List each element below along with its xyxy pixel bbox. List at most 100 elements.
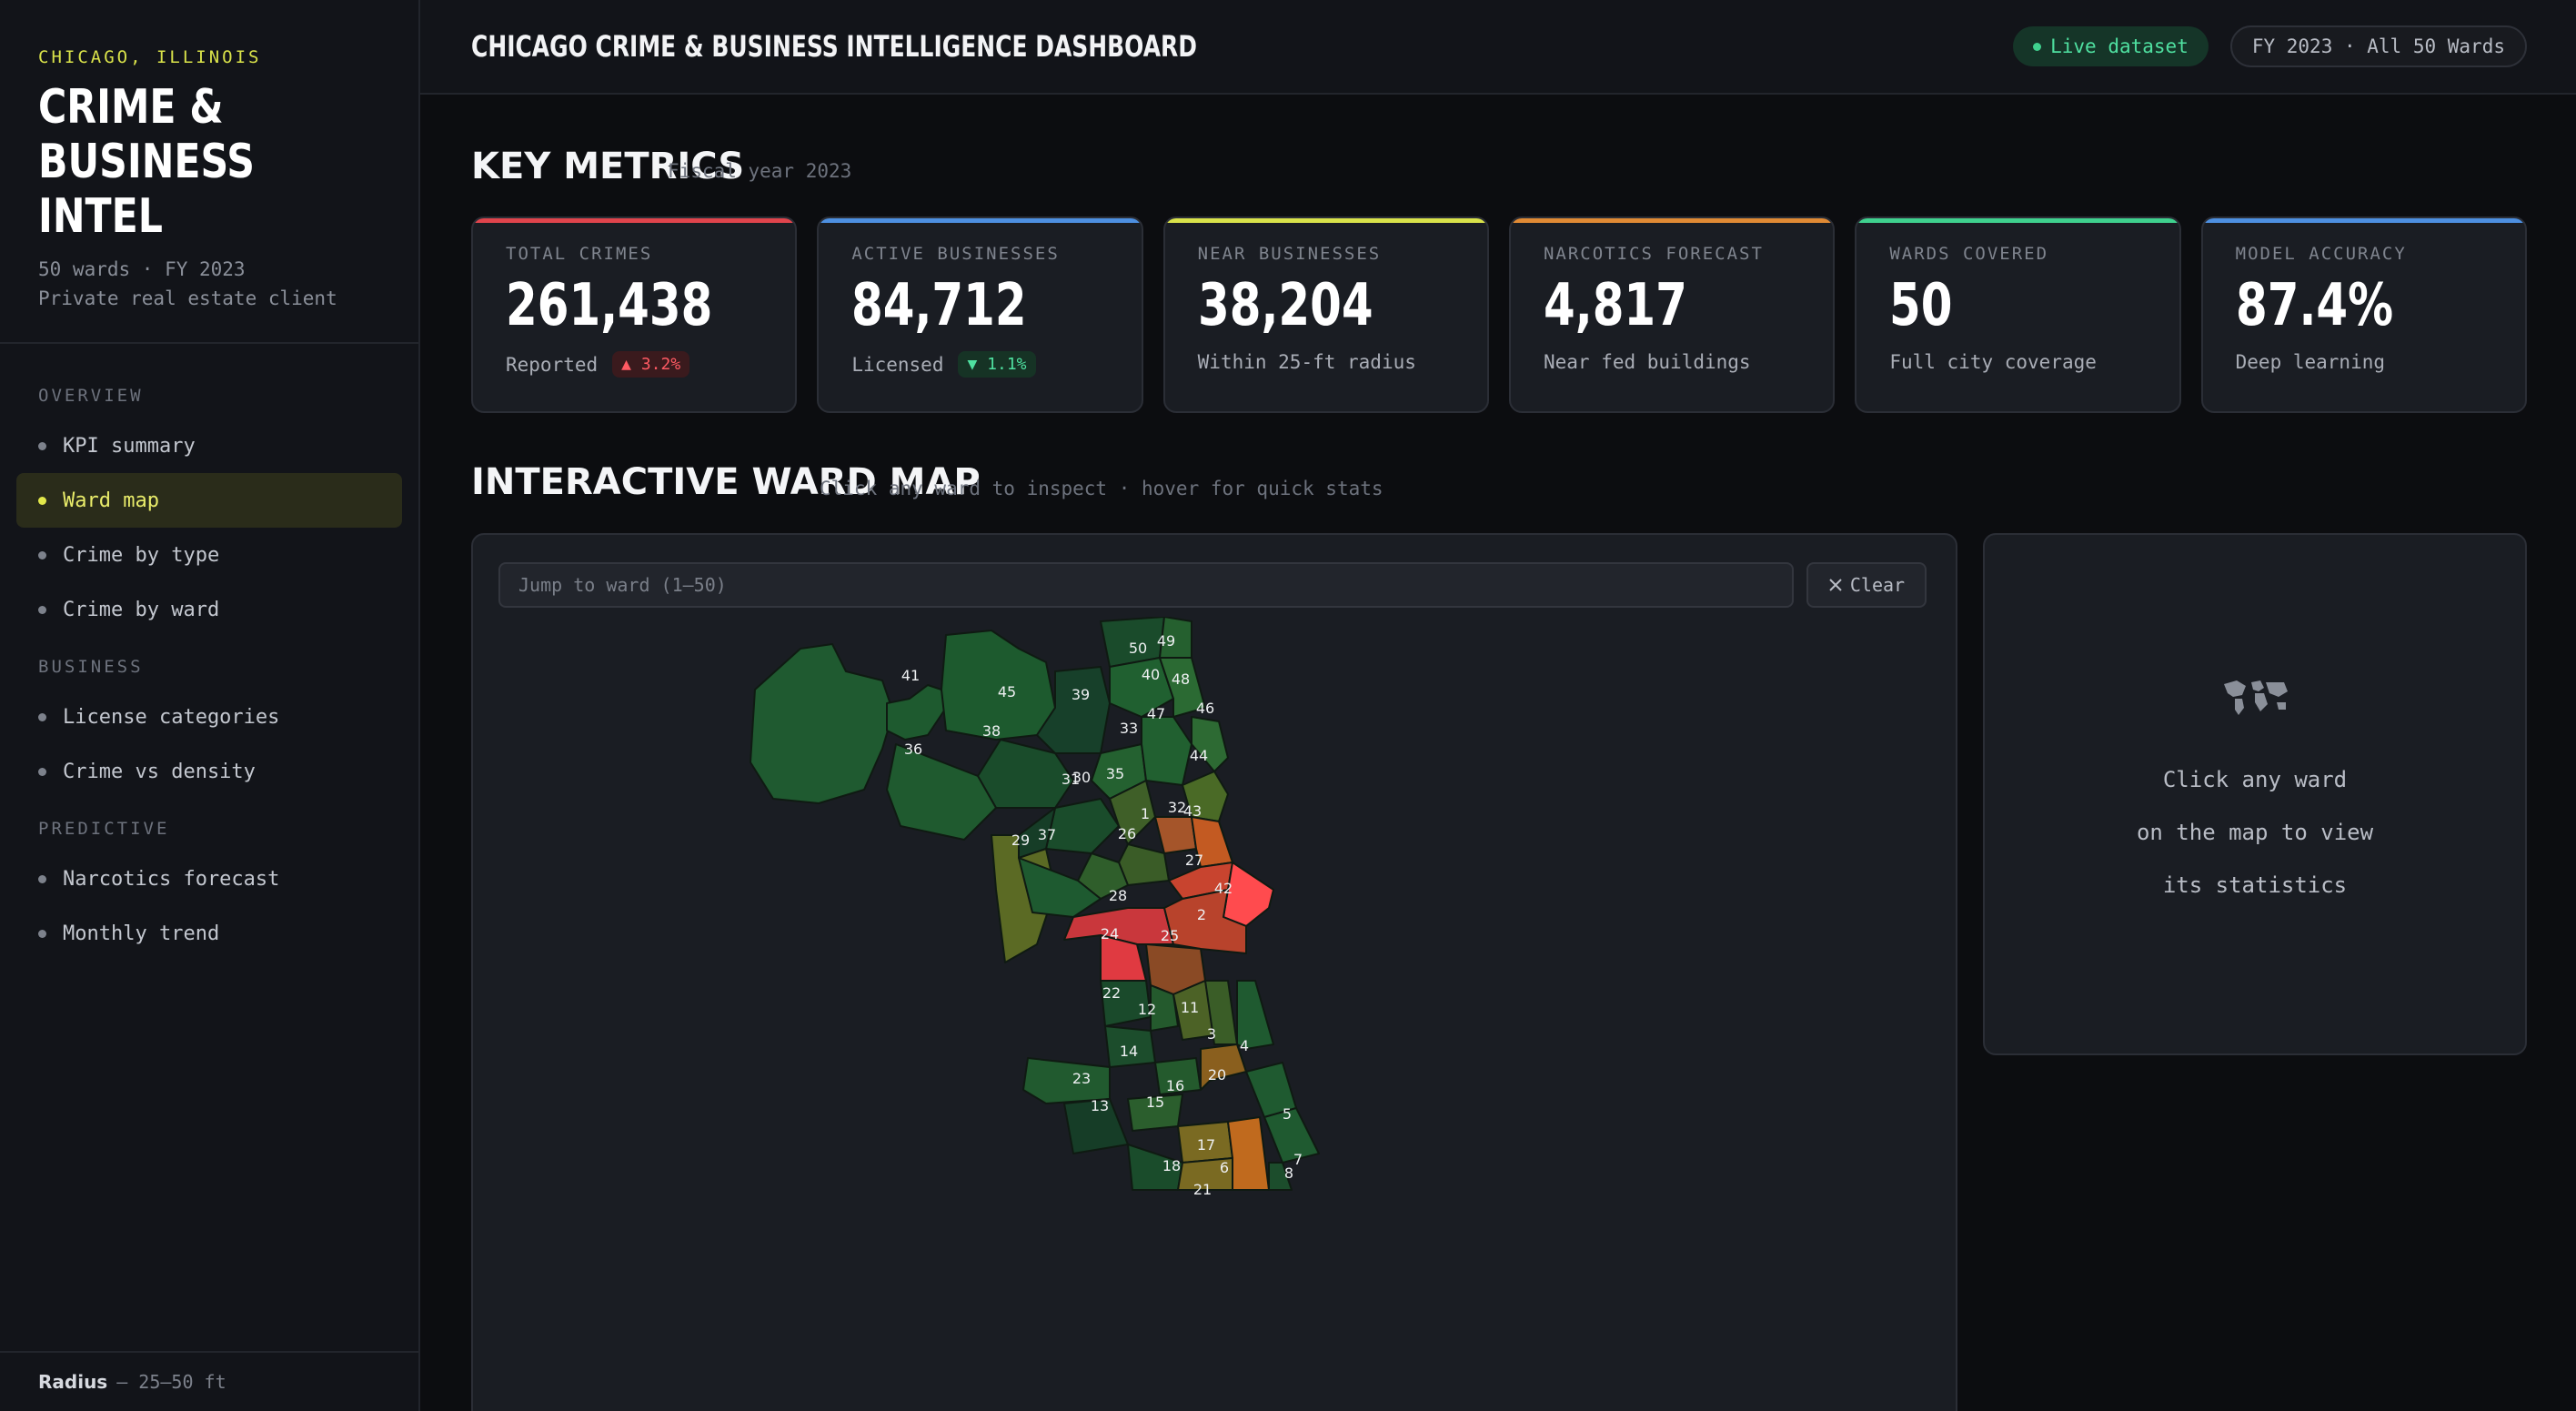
bullet-icon <box>38 874 46 883</box>
main-content: KEY METRICS Fiscal year 2023 TOTAL CRIME… <box>420 95 2576 1411</box>
bullet-icon <box>38 441 46 450</box>
sidebar-item-label: Ward map <box>63 489 159 512</box>
sidebar-item-kpi-summary[interactable]: KPI summary <box>16 418 402 473</box>
ward-label-25: 25 <box>1161 927 1179 944</box>
radius-label: Radius <box>38 1371 108 1393</box>
ward-label-27: 27 <box>1185 852 1203 869</box>
ward-label-12: 12 <box>1138 1001 1156 1018</box>
kpi-value: 50 <box>1889 272 1953 339</box>
kpi-label: NEAR BUSINESSES <box>1197 244 1382 264</box>
bullet-icon <box>38 712 46 721</box>
kpi-sub-text: Licensed <box>851 353 944 376</box>
sidebar-item-crime-by-ward[interactable]: Crime by ward <box>16 582 402 637</box>
kpi-sub-text: Reported <box>506 353 599 376</box>
ward-47[interactable] <box>1141 716 1192 786</box>
sidebar-item-license-categories[interactable]: License categories <box>16 690 402 744</box>
clear-label: Clear <box>1849 574 1906 596</box>
sidebar-item-label: Crime by ward <box>63 598 220 621</box>
live-dataset-label: Live dataset <box>2050 35 2189 57</box>
ward-label-23: 23 <box>1072 1070 1091 1087</box>
ward-label-28: 28 <box>1109 887 1127 904</box>
brand-meta-wards: 50 wards · FY 2023 <box>38 258 246 280</box>
sidebar-item-ward-map[interactable]: Ward map <box>16 473 402 528</box>
ward-6[interactable] <box>1227 1116 1270 1191</box>
sidebar-nav: OVERVIEW KPI summary Ward map Crime by t… <box>0 344 418 961</box>
ward-label-26: 26 <box>1118 825 1136 842</box>
kpi-value: 87.4% <box>2235 272 2393 339</box>
kpi-sub: Full city coverage <box>1889 351 2146 373</box>
ward-label-47: 47 <box>1147 705 1165 722</box>
live-dot-icon <box>2033 42 2042 51</box>
fiscal-year-label: FY 2023 · All 50 Wards <box>2251 35 2505 57</box>
kpi-label: WARDS COVERED <box>1889 244 2049 264</box>
brand-meta: 50 wards · FY 2023 Private real estate c… <box>38 255 380 313</box>
key-metrics-subtitle: Fiscal year 2023 <box>668 160 852 182</box>
ward-30[interactable] <box>1045 798 1120 854</box>
kpi-sub: Deep learning <box>2236 351 2492 373</box>
empty-state-line-2: on the map to view <box>2136 820 2374 845</box>
sidebar: CHICAGO, ILLINOIS CRIME & BUSINESS INTEL… <box>0 0 420 1411</box>
ward-label-1: 1 <box>1141 805 1150 822</box>
sidebar-item-narcotics-forecast[interactable]: Narcotics forecast <box>16 852 402 906</box>
kpi-sub: Licensed ▼ 1.1% <box>851 351 1108 378</box>
kpi-label: MODEL ACCURACY <box>2235 244 2407 264</box>
chicago-ward-map[interactable]: 50 4941 40 4845 39464738 3336 443031 3532431262… <box>473 617 1957 1411</box>
ward-label-33: 33 <box>1120 720 1138 737</box>
kpi-value: 261,438 <box>506 272 713 339</box>
ward-label-3: 3 <box>1207 1025 1216 1043</box>
live-dataset-badge: Live dataset <box>2013 26 2209 66</box>
ward-label-35: 35 <box>1106 765 1124 782</box>
ward-36[interactable] <box>886 743 997 841</box>
kpi-row: TOTAL CRIMES 261,438 Reported ▲ 3.2% ACT… <box>471 217 2527 413</box>
ward-label-20: 20 <box>1208 1066 1226 1083</box>
sidebar-item-monthly-trend[interactable]: Monthly trend <box>16 906 402 961</box>
ward-label-24: 24 <box>1101 925 1119 942</box>
sidebar-item-label: Monthly trend <box>63 922 220 945</box>
kpi-sub-text: Full city coverage <box>1889 351 2097 373</box>
trend-down-badge: ▼ 1.1% <box>958 351 1036 378</box>
ward-stats-panel: Click any ward on the map to view its st… <box>1983 533 2527 1055</box>
kpi-sub: Within 25-ft radius <box>1198 351 1454 373</box>
sidebar-item-label: License categories <box>63 705 280 729</box>
sidebar-footer: Radius — 25–50 ft <box>0 1351 418 1411</box>
kpi-value: 38,204 <box>1197 272 1374 339</box>
bullet-icon <box>38 767 46 776</box>
ward-label-38: 38 <box>982 722 1001 740</box>
ward-label-17: 17 <box>1197 1136 1215 1154</box>
ward-label-22: 22 <box>1102 984 1121 1002</box>
ward-label-43: 43 <box>1183 802 1202 820</box>
ward-search-input[interactable] <box>498 562 1794 608</box>
ward-label-15: 15 <box>1146 1094 1164 1111</box>
kpi-label: ACTIVE BUSINESSES <box>851 244 1060 264</box>
ward-label-50: 50 <box>1129 640 1147 657</box>
ward-label-14: 14 <box>1120 1043 1138 1060</box>
sidebar-item-crime-by-type[interactable]: Crime by type <box>16 528 402 582</box>
sidebar-item-crime-vs-density[interactable]: Crime vs density <box>16 744 402 799</box>
ward-label-48: 48 <box>1172 670 1190 688</box>
sidebar-item-label: KPI summary <box>63 434 196 458</box>
kpi-card-model-accuracy: MODEL ACCURACY 87.4% Deep learning <box>2200 217 2527 413</box>
fiscal-year-filter[interactable]: FY 2023 · All 50 Wards <box>2229 25 2527 67</box>
bullet-icon <box>38 929 46 938</box>
ward-41[interactable] <box>886 684 947 741</box>
bullet-icon <box>38 605 46 614</box>
ward-label-42: 42 <box>1214 880 1233 897</box>
kpi-card-wards-covered: WARDS COVERED 50 Full city coverage <box>1855 217 2181 413</box>
ward-label-41: 41 <box>901 667 920 684</box>
empty-state-line-3: its statistics <box>2162 872 2348 898</box>
clear-button[interactable]: Clear <box>1806 562 1927 608</box>
ward-label-8: 8 <box>1284 1164 1293 1182</box>
bullet-icon <box>38 550 46 559</box>
ward-label-40: 40 <box>1142 666 1160 683</box>
ward-32[interactable] <box>1154 816 1197 854</box>
ward-label-6: 6 <box>1220 1159 1229 1176</box>
ward-label-46: 46 <box>1196 700 1214 717</box>
kpi-card-active-businesses: ACTIVE BUSINESSES 84,712 Licensed ▼ 1.1% <box>817 217 1143 413</box>
brand-block: CHICAGO, ILLINOIS CRIME & BUSINESS INTEL… <box>0 0 418 344</box>
world-map-icon <box>2224 680 2288 715</box>
ward-label-16: 16 <box>1166 1077 1184 1094</box>
kpi-card-total-crimes: TOTAL CRIMES 261,438 Reported ▲ 3.2% <box>471 217 798 413</box>
ward-label-11: 11 <box>1181 999 1199 1016</box>
ward-41-ohare[interactable] <box>750 643 894 804</box>
brand-meta-client: Private real estate client <box>38 287 337 309</box>
